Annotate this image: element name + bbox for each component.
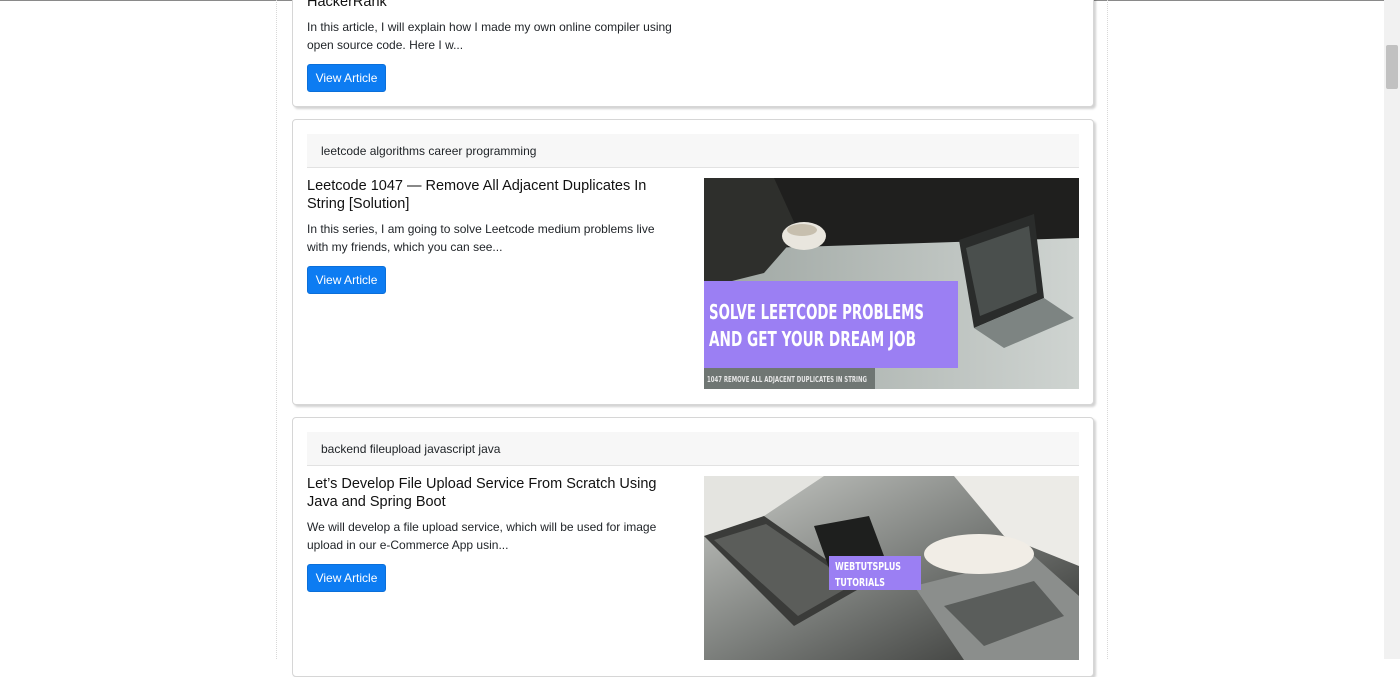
- thumbnail-label: TUTORIALS: [835, 576, 885, 589]
- article-card: leetcode algorithms career programming L…: [292, 119, 1094, 405]
- article-tags: backend fileupload javascript java: [307, 432, 1079, 466]
- article-excerpt: In this article, I will explain how I ma…: [307, 20, 672, 52]
- article-title[interactable]: HackerRank: [307, 0, 677, 11]
- article-title[interactable]: Let’s Develop File Upload Service From S…: [307, 475, 677, 511]
- article-card: HackerRank In this article, I will expla…: [292, 0, 1094, 107]
- article-thumbnail[interactable]: WEBTUTSPLUS TUTORIALS: [704, 476, 1079, 660]
- article-excerpt: In this series, I am going to solve Leet…: [307, 222, 655, 254]
- thumbnail-label: WEBTUTSPLUS: [835, 560, 901, 573]
- thumbnail-image: WEBTUTSPLUS TUTORIALS: [704, 476, 1079, 660]
- article-card: backend fileupload javascript java Let’s…: [292, 417, 1094, 677]
- view-article-button[interactable]: View Article: [307, 266, 386, 294]
- scrollbar-thumb[interactable]: [1386, 45, 1398, 89]
- article-tags: leetcode algorithms career programming: [307, 134, 1079, 168]
- article-thumbnail[interactable]: SOLVE LEETCODE PROBLEMS AND GET YOUR DRE…: [704, 178, 1079, 389]
- thumbnail-headline: SOLVE LEETCODE PROBLEMS: [709, 300, 924, 324]
- view-article-button[interactable]: View Article: [307, 564, 386, 592]
- thumbnail-caption: 1047 REMOVE ALL ADJACENT DUPLICATES IN S…: [707, 375, 867, 384]
- article-title[interactable]: Leetcode 1047 — Remove All Adjacent Dupl…: [307, 177, 677, 213]
- page-scrollbar[interactable]: [1384, 0, 1400, 659]
- view-article-button[interactable]: View Article: [307, 64, 386, 92]
- thumbnail-headline: AND GET YOUR DREAM JOB: [709, 327, 916, 351]
- thumbnail-image: SOLVE LEETCODE PROBLEMS AND GET YOUR DRE…: [704, 178, 1079, 389]
- article-excerpt: We will develop a file upload service, w…: [307, 520, 657, 552]
